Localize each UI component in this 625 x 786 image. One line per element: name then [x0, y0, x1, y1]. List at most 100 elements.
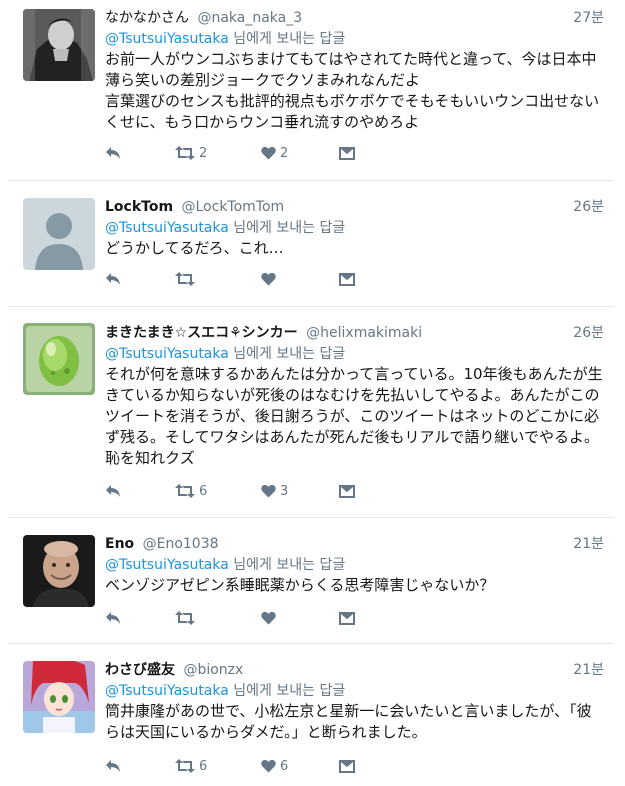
avatar[interactable]: [23, 661, 95, 733]
reply-arrow-icon: [105, 146, 121, 160]
retweet-icon: [175, 146, 195, 160]
tweet[interactable]: わさび盛友 @bionzx 21분 @TsutsuiYasutaka 님에게 보…: [8, 644, 614, 786]
mention-link[interactable]: @TsutsuiYasutaka: [105, 346, 229, 362]
tweet-actions: 2 2: [105, 143, 355, 163]
tweet-header: Eno @Eno1038 21분: [105, 533, 604, 555]
heart-icon: [261, 272, 276, 286]
tweet-text: どうかしてるだろ、これ…: [105, 239, 284, 257]
mention-link[interactable]: @TsutsuiYasutaka: [105, 31, 229, 47]
timestamp[interactable]: 21분: [573, 659, 604, 681]
retweet-icon: [175, 611, 195, 625]
user-handle[interactable]: @naka_naka_3: [197, 10, 302, 26]
display-name[interactable]: LockTom: [105, 199, 173, 215]
reply-button[interactable]: [105, 146, 175, 160]
reply-context: @TsutsuiYasutaka 님에게 보내는 답글: [105, 29, 604, 49]
retweet-button[interactable]: [175, 611, 261, 625]
avatar[interactable]: [23, 323, 95, 395]
timestamp[interactable]: 21분: [573, 533, 604, 555]
envelope-icon: [339, 759, 355, 773]
reply-arrow-icon: [105, 611, 121, 625]
mention-link[interactable]: @TsutsuiYasutaka: [105, 220, 229, 236]
tweet[interactable]: まきたまき☆スエコ⚘シンカー @helixmakimaki 26분 @Tsuts…: [8, 307, 614, 518]
heart-icon: [261, 146, 276, 160]
tweet-header: なかなかさん @naka_naka_3 27분: [105, 7, 604, 29]
heart-icon: [261, 759, 276, 773]
direct-message-button[interactable]: [339, 611, 355, 625]
mention-link[interactable]: @TsutsuiYasutaka: [105, 683, 229, 699]
tweet-text: お前一人がウンコぶちまけてもてはやされてた時代と違って、今は日本中薄ら笑いの差別…: [105, 50, 600, 131]
tweet-actions: 6 6: [105, 756, 355, 776]
timestamp[interactable]: 27분: [573, 7, 604, 29]
reply-prefix: 님에게 보내는 답글: [233, 683, 346, 699]
reply-button[interactable]: [105, 272, 175, 286]
direct-message-button[interactable]: [339, 759, 355, 773]
reply-arrow-icon: [105, 484, 121, 498]
retweet-icon: [175, 484, 195, 498]
retweet-button[interactable]: 6: [175, 759, 261, 774]
like-button[interactable]: 6: [261, 759, 339, 774]
display-name[interactable]: わさび盛友: [105, 662, 175, 678]
user-handle[interactable]: @LockTomTom: [182, 199, 285, 215]
retweet-count: 6: [199, 758, 208, 774]
user-handle[interactable]: @helixmakimaki: [306, 325, 422, 341]
like-button[interactable]: 3: [261, 484, 339, 499]
reply-feed: なかなかさん @naka_naka_3 27분 @TsutsuiYasutaka…: [8, 0, 614, 786]
tweet-text: 筒井康隆があの世で、小松左京と星新一に会いたいと言いましたが、「彼らは天国にいる…: [105, 702, 592, 741]
tweet[interactable]: LockTom @LockTomTom 26분 @TsutsuiYasutaka…: [8, 181, 614, 307]
retweet-button[interactable]: [175, 272, 261, 286]
like-button[interactable]: [261, 611, 339, 625]
reply-context: @TsutsuiYasutaka 님에게 보내는 답글: [105, 218, 604, 238]
timestamp[interactable]: 26분: [573, 196, 604, 218]
reply-context: @TsutsuiYasutaka 님에게 보내는 답글: [105, 555, 604, 575]
tweet-header: まきたまき☆スエコ⚘シンカー @helixmakimaki 26분: [105, 322, 604, 344]
avatar[interactable]: [23, 198, 95, 270]
reply-prefix: 님에게 보내는 답글: [233, 31, 346, 47]
reply-prefix: 님에게 보내는 답글: [233, 557, 346, 573]
timestamp[interactable]: 26분: [573, 322, 604, 344]
envelope-icon: [339, 611, 355, 625]
tweet-actions: [105, 608, 355, 628]
reply-button[interactable]: [105, 611, 175, 625]
retweet-button[interactable]: 6: [175, 484, 261, 499]
heart-icon: [261, 611, 276, 625]
envelope-icon: [339, 272, 355, 286]
like-count: 6: [280, 758, 289, 774]
retweet-button[interactable]: 2: [175, 146, 261, 161]
envelope-icon: [339, 484, 355, 498]
retweet-icon: [175, 759, 195, 773]
tweet-header: LockTom @LockTomTom 26분: [105, 196, 604, 218]
tweet[interactable]: なかなかさん @naka_naka_3 27분 @TsutsuiYasutaka…: [8, 0, 614, 181]
reply-arrow-icon: [105, 272, 121, 286]
reply-prefix: 님에게 보내는 답글: [233, 220, 346, 236]
avatar[interactable]: [23, 535, 95, 607]
retweet-icon: [175, 272, 195, 286]
direct-message-button[interactable]: [339, 272, 355, 286]
tweet-actions: [105, 269, 355, 289]
reply-context: @TsutsuiYasutaka 님에게 보내는 답글: [105, 344, 604, 364]
like-count: 3: [280, 483, 289, 499]
mention-link[interactable]: @TsutsuiYasutaka: [105, 557, 229, 573]
direct-message-button[interactable]: [339, 484, 355, 498]
reply-button[interactable]: [105, 484, 175, 498]
display-name[interactable]: まきたまき☆スエコ⚘シンカー: [105, 325, 298, 341]
like-count: 2: [280, 145, 289, 161]
tweet[interactable]: Eno @Eno1038 21분 @TsutsuiYasutaka 님에게 보내…: [8, 518, 614, 644]
display-name[interactable]: なかなかさん: [105, 10, 189, 26]
avatar[interactable]: [23, 9, 95, 81]
tweet-actions: 6 3: [105, 481, 355, 501]
tweet-header: わさび盛友 @bionzx 21분: [105, 659, 604, 681]
direct-message-button[interactable]: [339, 146, 355, 160]
tweet-text: ベンゾジアゼピン系睡眠薬からくる思考障害じゃないか？: [105, 576, 495, 594]
like-button[interactable]: [261, 272, 339, 286]
user-handle[interactable]: @bionzx: [183, 662, 243, 678]
user-handle[interactable]: @Eno1038: [143, 536, 219, 552]
reply-context: @TsutsuiYasutaka 님에게 보내는 답글: [105, 681, 604, 701]
tweet-text: それが何を意味するかあんたは分かって言っている。10年後もあんたが生きているか知…: [105, 365, 603, 467]
reply-prefix: 님에게 보내는 답글: [233, 346, 346, 362]
retweet-count: 6: [199, 483, 208, 499]
like-button[interactable]: 2: [261, 146, 339, 161]
reply-button[interactable]: [105, 759, 175, 773]
reply-arrow-icon: [105, 759, 121, 773]
envelope-icon: [339, 146, 355, 160]
display-name[interactable]: Eno: [105, 536, 134, 552]
